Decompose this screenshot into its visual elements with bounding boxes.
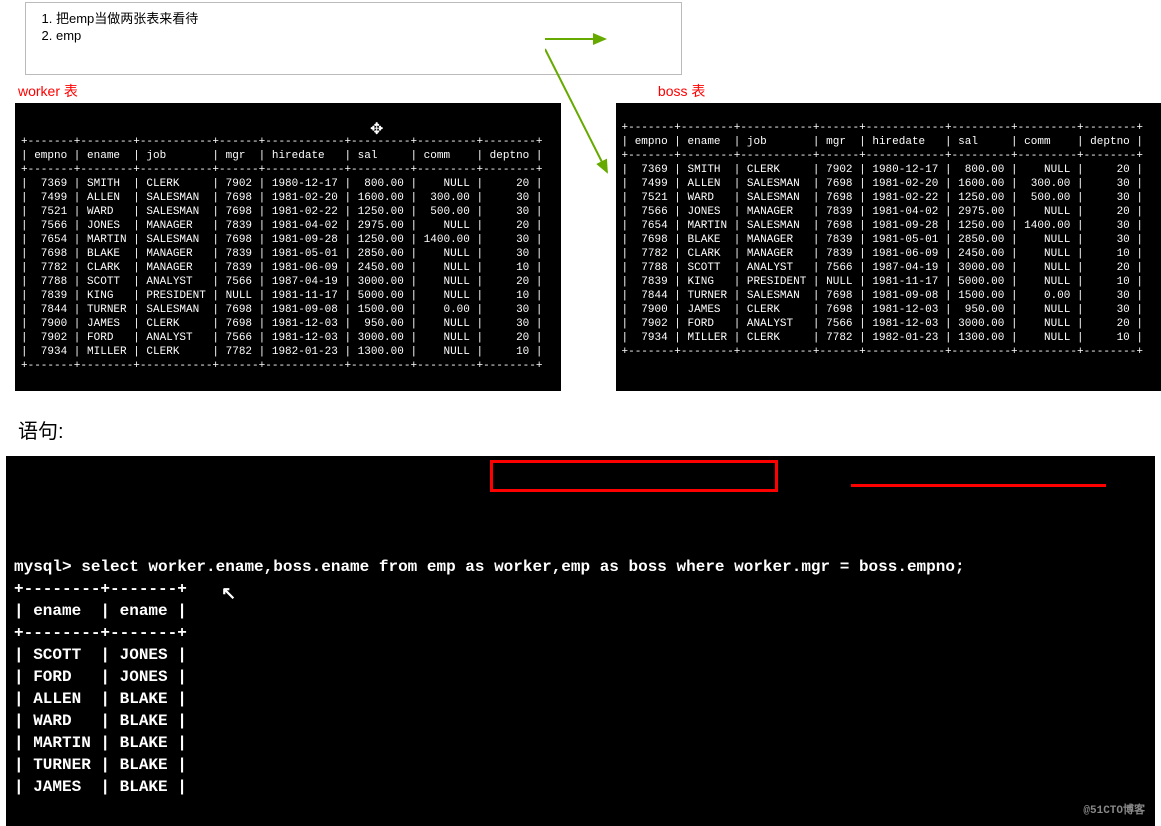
notes-box: 把emp当做两张表来看待 emp: [25, 2, 682, 75]
tables-row: ✥ +-------+--------+-----------+------+-…: [0, 103, 1161, 391]
sql-prompt: mysql> select worker.ename,boss.ename fr…: [14, 558, 965, 576]
table-header: | empno | ename | job | mgr | hiredate |…: [21, 150, 543, 162]
boss-label: boss 表: [658, 81, 705, 101]
worker-terminal: ✥ +-------+--------+-----------+------+-…: [15, 103, 561, 391]
boss-rows: | 7369 | SMITH | CLERK | 7902 | 1980-12-…: [622, 163, 1156, 345]
worker-label: worker 表: [18, 81, 78, 101]
note-item: emp: [56, 28, 671, 43]
highlight-box: [490, 460, 778, 492]
table-labels: worker 表 boss 表: [0, 81, 1161, 101]
underline: [851, 484, 1106, 487]
table-sep: +-------+--------+-----------+------+---…: [21, 136, 543, 148]
table-sep: +-------+--------+-----------+------+---…: [21, 360, 543, 372]
section-heading: 语句:: [18, 415, 1161, 444]
sql-sep: +--------+-------+: [14, 624, 187, 642]
boss-terminal: +-------+--------+-----------+------+---…: [616, 103, 1161, 391]
sql-header: | ename | ename |: [14, 602, 187, 620]
sql-sep: +--------+-------+: [14, 580, 187, 598]
cursor-icon: ↖: [221, 584, 236, 606]
watermark: @51CTO博客: [1083, 800, 1145, 822]
table-sep: +-------+--------+-----------+------+---…: [622, 122, 1144, 134]
table-header: | empno | ename | job | mgr | hiredate |…: [622, 136, 1144, 148]
sql-terminal: ↖ mysql> select worker.ename,boss.ename …: [6, 456, 1155, 826]
table-sep: +-------+--------+-----------+------+---…: [21, 164, 543, 176]
worker-rows: | 7369 | SMITH | CLERK | 7902 | 1980-12-…: [21, 177, 555, 359]
note-item: 把emp当做两张表来看待: [56, 8, 671, 27]
table-sep: +-------+--------+-----------+------+---…: [622, 346, 1144, 358]
move-cursor-icon: ✥: [370, 123, 383, 137]
sql-rows: | SCOTT | JONES | | FORD | JONES | | ALL…: [14, 644, 1147, 798]
table-sep: +-------+--------+-----------+------+---…: [622, 150, 1144, 162]
